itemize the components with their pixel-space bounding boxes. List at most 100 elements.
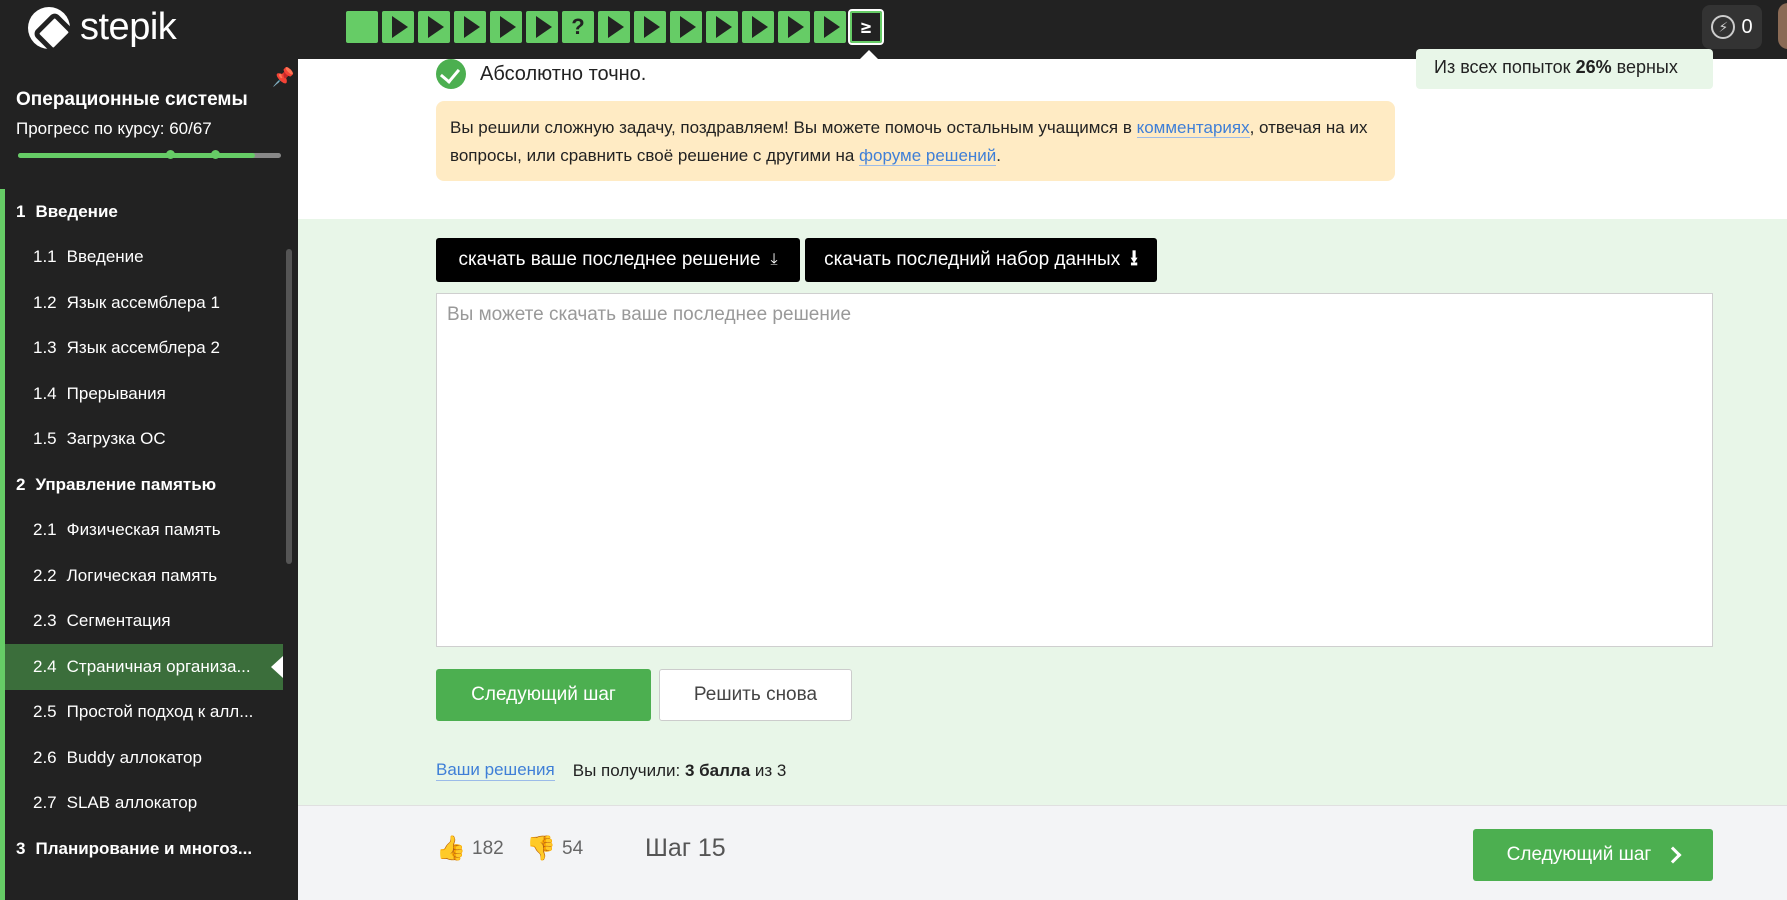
download-arrow-icon: ⭳	[1130, 245, 1138, 270]
sidebar-header: Операционные системы Прогресс по курсу: …	[0, 59, 298, 189]
like-count: 182	[472, 838, 504, 859]
chevron-right-icon	[1664, 846, 1682, 864]
toc-section[interactable]: 2 Управление памятью	[5, 462, 298, 508]
notice-text-3: .	[996, 146, 1002, 165]
thumbs-down-icon: 👎	[526, 835, 556, 862]
toc-section[interactable]: 3 Планирование и многоз...	[5, 826, 298, 872]
stepik-logo[interactable]: stepik	[28, 6, 177, 49]
progress-value: 60/67	[169, 119, 212, 138]
toc-item-number: 2.2	[33, 565, 57, 585]
pin-icon[interactable]: 📌	[272, 67, 294, 88]
dislike-button[interactable]: 👎 54	[526, 836, 583, 862]
lesson-steps-bar: ?	[346, 9, 884, 59]
download-solution-button[interactable]: скачать ваше последнее решение ⤓	[436, 238, 800, 282]
toc-item-number: 2.7	[33, 793, 57, 813]
footer-next-step-button[interactable]: Следующий шаг	[1473, 829, 1713, 881]
toc-item-label: Страничная организа...	[66, 656, 251, 676]
score-suffix: из 3	[754, 760, 787, 780]
step-number: Шаг 15	[645, 834, 726, 862]
step-tile-play[interactable]	[526, 11, 558, 43]
course-title[interactable]: Операционные системы	[16, 89, 282, 111]
download-dataset-button[interactable]: скачать последний набор данных ⭳	[805, 238, 1157, 282]
toc-lesson[interactable]: 1.2 Язык ассемблера 1	[5, 280, 298, 326]
toc-item-number: 2.3	[33, 611, 57, 631]
toc-section[interactable]: 1 Введение	[5, 189, 298, 235]
download-icon: ⤓	[770, 251, 778, 268]
progress-label: Прогресс по курсу:	[16, 119, 165, 138]
toc-lesson[interactable]: 1.5 Загрузка ОС	[5, 417, 298, 463]
step-footer: 👍 182 👎 54 Шаг 15 Следующий шаг	[298, 805, 1787, 900]
toc-item-label: Управление памятью	[35, 474, 217, 494]
dislike-count: 54	[562, 838, 584, 859]
toc-lesson[interactable]: 2.6 Buddy аллокатор	[5, 735, 298, 781]
energy-count: 0	[1741, 15, 1753, 38]
brand-name: stepik	[80, 6, 177, 48]
notice-text-1: Вы решили сложную задачу, поздравляем! В…	[450, 118, 1137, 137]
toc-lesson[interactable]: 1.4 Прерывания	[5, 371, 298, 417]
toc-item-number: 1.5	[33, 429, 57, 449]
like-button[interactable]: 👍 182	[436, 836, 504, 862]
toc-item-number: 3	[16, 838, 26, 858]
your-solutions-link[interactable]: Ваши решения	[436, 760, 555, 781]
toc-item-label: Сегментация	[66, 611, 171, 631]
toc-item-label: Введение	[35, 201, 118, 221]
score-text: Вы получили: 3 балла из 3	[573, 761, 787, 781]
progress-marker	[211, 150, 220, 159]
comments-link[interactable]: комментариях	[1136, 118, 1250, 138]
toc-lesson[interactable]: 2.1 Физическая память	[5, 508, 298, 554]
stats-percent: 26%	[1575, 57, 1612, 77]
step-tile-play[interactable]	[634, 11, 666, 43]
step-tile-code[interactable]	[848, 9, 884, 59]
toc-item-number: 2.6	[33, 747, 57, 767]
answer-placeholder: Вы можете скачать ваше последнее решение	[447, 304, 852, 325]
toc-lesson[interactable]: 1.3 Язык ассемблера 2	[5, 326, 298, 372]
avatar[interactable]	[1778, 3, 1787, 49]
solutions-forum-link[interactable]: форуме решений	[859, 146, 997, 166]
lightning-icon: ⚡	[1711, 15, 1736, 39]
solve-again-button[interactable]: Решить снова	[659, 669, 852, 721]
step-tile-play[interactable]	[778, 11, 810, 43]
answer-textarea[interactable]: Вы можете скачать ваше последнее решение	[436, 293, 1713, 647]
toc-item-number: 1	[16, 201, 26, 221]
toc-item-label: Загрузка ОС	[66, 429, 166, 449]
toc-lesson[interactable]: 2.4 Страничная организа...	[5, 644, 283, 690]
toc-item-label: SLAB аллокатор	[66, 793, 198, 813]
check-circle-icon	[436, 59, 466, 89]
step-tile-play[interactable]	[418, 11, 450, 43]
step-tile-play[interactable]	[706, 11, 738, 43]
toc-item-number: 2.5	[33, 702, 57, 722]
step-tile-square[interactable]	[346, 11, 378, 43]
step-tile-play[interactable]	[670, 11, 702, 43]
score-row: Ваши решения Вы получили: 3 балла из 3	[436, 760, 786, 781]
step-tile-play[interactable]	[742, 11, 774, 43]
toc-lesson[interactable]: 2.7 SLAB аллокатор	[5, 781, 298, 827]
toc-item-label: Язык ассемблера 1	[66, 292, 220, 312]
toc-lesson[interactable]: 1.1 Введение	[5, 235, 298, 281]
step-tile-play[interactable]	[382, 11, 414, 43]
toc-item-label: Логическая память	[66, 565, 218, 585]
toc-item-label: Физическая память	[66, 520, 221, 540]
toc-item-label: Простой подход к алл...	[66, 702, 254, 722]
toc-item-number: 1.1	[33, 247, 57, 267]
toc-item-number: 1.2	[33, 292, 57, 312]
toc-item-label: Введение	[66, 247, 144, 267]
next-step-button[interactable]: Следующий шаг	[436, 669, 651, 721]
congrats-notice: Вы решили сложную задачу, поздравляем! В…	[436, 101, 1395, 181]
course-progress: Прогресс по курсу: 60/67	[16, 119, 282, 139]
download-solution-label: скачать ваше последнее решение	[458, 249, 761, 270]
toc-lesson[interactable]: 2.3 Сегментация	[5, 599, 298, 645]
sidebar-scrollbar[interactable]	[286, 249, 292, 564]
toc-item-number: 2	[16, 474, 26, 494]
toc-item-label: Buddy аллокатор	[66, 747, 202, 767]
energy-counter[interactable]: ⚡ 0	[1702, 5, 1762, 49]
toc-lesson[interactable]: 2.5 Простой подход к алл...	[5, 690, 298, 736]
score-prefix: Вы получили:	[572, 760, 681, 780]
step-tile-play[interactable]	[454, 11, 486, 43]
toc-item-label: Прерывания	[66, 383, 166, 403]
result-status: Абсолютно точно.	[436, 59, 646, 89]
toc-lesson[interactable]: 2.2 Логическая память	[5, 553, 298, 599]
step-tile-play[interactable]	[598, 11, 630, 43]
step-tile-play[interactable]	[814, 11, 846, 43]
step-tile-play[interactable]	[490, 11, 522, 43]
step-tile-quiz[interactable]: ?	[562, 11, 594, 43]
